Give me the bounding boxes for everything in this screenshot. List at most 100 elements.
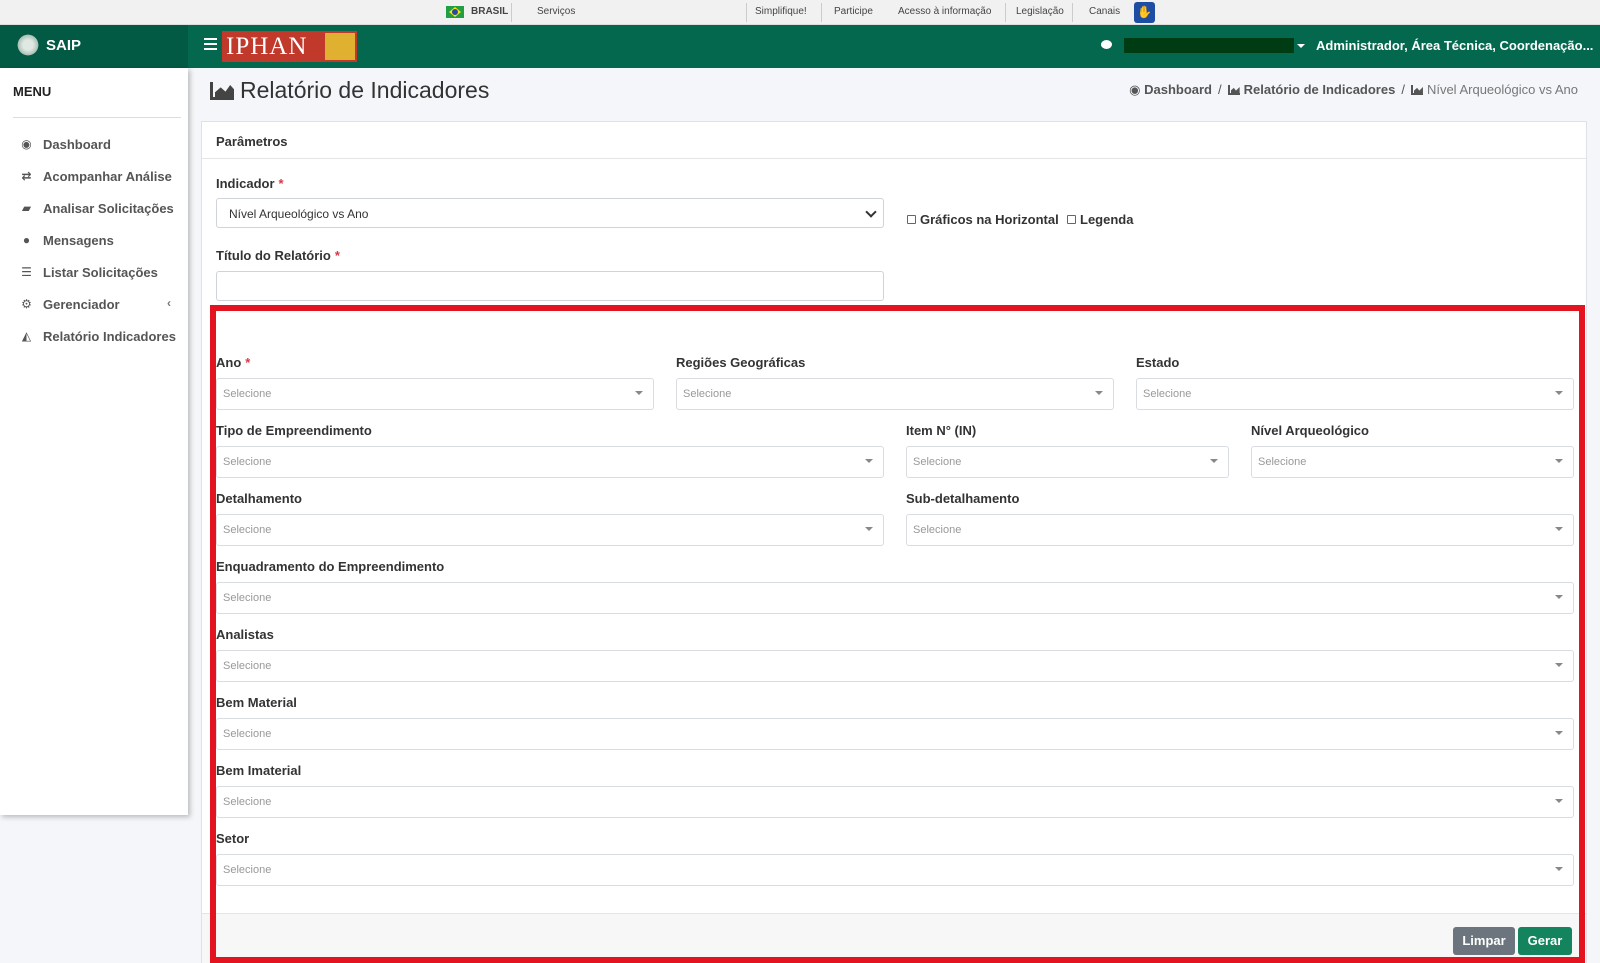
- analistas-select[interactable]: Selecione: [216, 650, 1574, 682]
- breadcrumb-label: Relatório de Indicadores: [1243, 82, 1396, 97]
- subdetalhamento-select[interactable]: Selecione: [906, 514, 1574, 546]
- caret-down-icon: [1095, 391, 1103, 395]
- detalhamento-select[interactable]: Selecione: [216, 514, 884, 546]
- regioes-label: Regiões Geográficas: [676, 355, 806, 370]
- enquadramento-select[interactable]: Selecione: [216, 582, 1574, 614]
- required-marker: *: [245, 355, 251, 370]
- gov-link-participe[interactable]: Participe: [834, 0, 873, 25]
- breadcrumb-label: Dashboard: [1144, 82, 1212, 97]
- sidebar-item-label: Mensagens: [43, 233, 114, 248]
- caret-down-icon: [635, 391, 643, 395]
- sidebar-item-gerenciador[interactable]: ⚙ Gerenciador ‹: [19, 295, 179, 315]
- list-icon: ☰: [21, 265, 32, 279]
- select-placeholder: Selecione: [223, 456, 272, 468]
- horizontal-checkbox[interactable]: Gráficos na Horizontal: [907, 212, 1059, 227]
- select-placeholder: Selecione: [223, 524, 272, 536]
- divider: [821, 3, 822, 22]
- bem-imaterial-label: Bem Imaterial: [216, 763, 302, 778]
- sidebar-item-relatorio[interactable]: ◭ Relatório Indicadores: [19, 327, 179, 347]
- limpar-button[interactable]: Limpar: [1453, 927, 1515, 955]
- bem-material-select[interactable]: Selecione: [216, 718, 1574, 750]
- sidebar-item-listar[interactable]: ☰ Listar Solicitações: [19, 263, 179, 283]
- card-title: Parâmetros: [216, 134, 288, 149]
- gov-link-legislacao[interactable]: Legislação: [1016, 0, 1064, 25]
- tipo-select[interactable]: Selecione: [216, 446, 884, 478]
- chevron-down-icon: [865, 206, 877, 218]
- sidebar-item-analisar[interactable]: ▰ Analisar Solicitações: [19, 199, 179, 219]
- tipo-label: Tipo de Empreendimento: [216, 423, 372, 438]
- item-select[interactable]: Selecione: [906, 446, 1229, 478]
- checkbox-box[interactable]: [1067, 215, 1076, 224]
- sidebar-item-acompanhar[interactable]: ⇄ Acompanhar Análise: [19, 167, 179, 187]
- select-placeholder: Selecione: [913, 456, 962, 468]
- indicador-selected-value: Nível Arqueológico vs Ano: [229, 207, 369, 221]
- legenda-checkbox-label: Legenda: [1080, 212, 1134, 227]
- area-chart-icon: ◭: [21, 329, 32, 343]
- divider: [13, 117, 181, 118]
- item-label: Item N° (IN): [906, 423, 977, 438]
- sidebar-item-label: Acompanhar Análise: [43, 169, 172, 184]
- breadcrumb-label: Nível Arqueológico vs Ano: [1426, 82, 1578, 97]
- user-role[interactable]: Administrador, Área Técnica, Coordenação…: [1316, 38, 1593, 53]
- sidebar-item-mensagens[interactable]: ● Mensagens: [19, 231, 179, 251]
- hamburger-menu-icon[interactable]: [204, 38, 217, 50]
- select-placeholder: Selecione: [223, 660, 272, 672]
- breadcrumb-dashboard[interactable]: ◉ Dashboard: [1129, 82, 1212, 97]
- gov-brasil-link[interactable]: BRASIL: [471, 0, 508, 25]
- breadcrumb-current: Nível Arqueológico vs Ano: [1410, 82, 1578, 97]
- detalhamento-label: Detalhamento: [216, 491, 302, 506]
- select-placeholder: Selecione: [683, 388, 732, 400]
- setor-select[interactable]: Selecione: [216, 854, 1574, 886]
- horizontal-checkbox-label: Gráficos na Horizontal: [920, 212, 1059, 227]
- estado-select[interactable]: Selecione: [1136, 378, 1574, 410]
- nivel-select[interactable]: Selecione: [1251, 446, 1574, 478]
- select-placeholder: Selecione: [223, 728, 272, 740]
- sidebar-item-dashboard[interactable]: ◉ Dashboard: [19, 135, 179, 155]
- select-placeholder: Selecione: [913, 524, 962, 536]
- user-name-redacted[interactable]: [1124, 38, 1294, 53]
- titulo-input[interactable]: [216, 271, 884, 301]
- checkbox-box[interactable]: [907, 215, 916, 224]
- breadcrumb-relatorio[interactable]: Relatório de Indicadores: [1227, 82, 1396, 97]
- gov-link-canais[interactable]: Canais: [1089, 0, 1120, 25]
- app-name: SAIP: [46, 37, 82, 54]
- gov-link-simplifique[interactable]: Simplifique!: [755, 0, 807, 25]
- ano-select[interactable]: Selecione: [216, 378, 654, 410]
- book-icon: ▰: [21, 201, 32, 215]
- breadcrumb: ◉ Dashboard / Relatório de Indicadores / Nív…: [1129, 82, 1578, 98]
- analistas-label: Analistas: [216, 627, 274, 642]
- sidebar-item-label: Analisar Solicitações: [43, 201, 174, 216]
- chevron-left-icon: ‹: [167, 296, 171, 310]
- caret-down-icon[interactable]: [1297, 44, 1305, 48]
- caret-down-icon: [1555, 527, 1563, 531]
- bem-imaterial-select[interactable]: Selecione: [216, 786, 1574, 818]
- chat-icon[interactable]: [1101, 40, 1112, 49]
- divider: [511, 3, 512, 22]
- iphan-logo-emblem: [325, 33, 355, 60]
- sidebar: MENU ◉ Dashboard ⇄ Acompanhar Análise ▰ …: [0, 68, 188, 815]
- legenda-checkbox[interactable]: Legenda: [1067, 212, 1133, 227]
- caret-down-icon: [1555, 663, 1563, 667]
- regioes-select[interactable]: Selecione: [676, 378, 1114, 410]
- bem-material-label: Bem Material: [216, 695, 297, 710]
- caret-down-icon: [1210, 459, 1218, 463]
- libras-hand-icon[interactable]: ✋: [1134, 2, 1155, 23]
- indicador-label: Indicador *: [216, 176, 284, 191]
- caret-down-icon: [1555, 459, 1563, 463]
- setor-label: Setor: [216, 831, 250, 846]
- iphan-logo-text: IPHAN: [226, 33, 308, 60]
- indicador-select[interactable]: Nível Arqueológico vs Ano: [216, 198, 884, 228]
- divider: [746, 3, 747, 22]
- card-footer: Limpar Gerar: [202, 913, 1586, 963]
- comments-icon: ●: [22, 233, 31, 247]
- brand[interactable]: SAIP: [0, 25, 188, 68]
- enquadramento-label: Enquadramento do Empreendimento: [216, 559, 445, 574]
- caret-down-icon: [1555, 799, 1563, 803]
- card-header: Parâmetros: [202, 122, 1586, 159]
- select-placeholder: Selecione: [1143, 388, 1192, 400]
- gov-servicos-link[interactable]: Serviços: [537, 0, 575, 25]
- ano-label-text: Ano: [216, 355, 242, 370]
- gov-link-acesso[interactable]: Acesso à informação: [898, 0, 991, 25]
- gerar-button[interactable]: Gerar: [1518, 927, 1572, 955]
- subdetalhamento-label: Sub-detalhamento: [906, 491, 1020, 506]
